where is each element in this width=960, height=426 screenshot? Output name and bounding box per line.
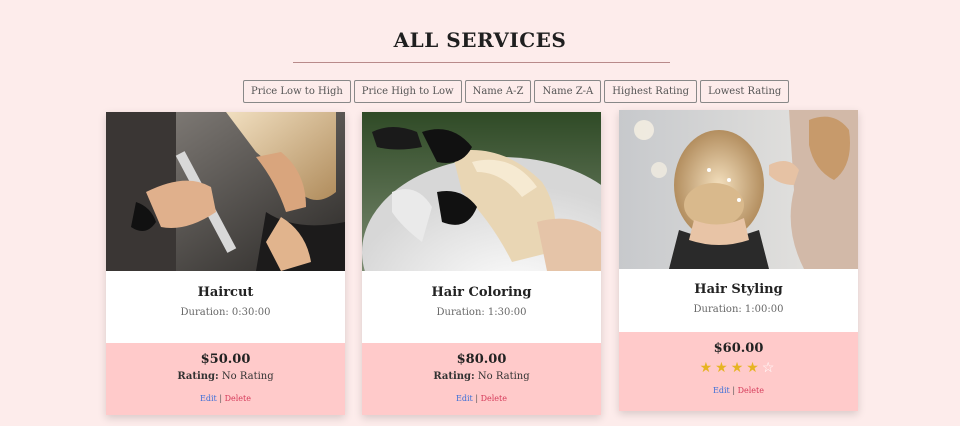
rating-label: Rating: [433, 371, 475, 382]
sort-name-z-a-button[interactable]: Name Z-A [534, 80, 602, 103]
star-empty-icon: ☆ [761, 360, 778, 376]
action-separator: | [732, 386, 736, 395]
rating-value: No Rating [477, 371, 530, 382]
star-filled-icon: ★ [699, 360, 716, 376]
service-card-haircut: Haircut Duration: 0:30:00 $50.00 Rating:… [106, 112, 345, 415]
delete-link[interactable]: Delete [225, 394, 251, 403]
rating-label: Rating: [177, 371, 219, 382]
edit-link[interactable]: Edit [713, 386, 730, 395]
hair-coloring-photo [362, 112, 601, 271]
rating-value: No Rating [221, 371, 274, 382]
hair-styling-photo [619, 110, 858, 269]
service-info: Hair Coloring Duration: 1:30:00 [362, 271, 601, 343]
sort-price-high-low-button[interactable]: Price High to Low [353, 80, 462, 103]
card-actions: Edit | Delete [362, 394, 601, 403]
service-name: Hair Coloring [431, 285, 532, 300]
service-duration: Duration: 1:30:00 [436, 307, 527, 318]
service-card-hair-coloring: Hair Coloring Duration: 1:30:00 $80.00 R… [362, 112, 601, 415]
service-info: Hair Styling Duration: 1:00:00 [619, 269, 858, 332]
delete-link[interactable]: Delete [481, 394, 507, 403]
sort-lowest-rating-button[interactable]: Lowest Rating [700, 80, 790, 103]
service-footer: $80.00 Rating: No Rating Edit | Delete [362, 343, 601, 415]
service-duration: Duration: 1:00:00 [693, 304, 784, 315]
service-rating: Rating: No Rating [362, 371, 601, 382]
service-card-hair-styling: Hair Styling Duration: 1:00:00 $60.00 ★★… [619, 110, 858, 411]
title-divider [293, 62, 670, 63]
haircut-photo [106, 112, 345, 271]
card-actions: Edit | Delete [619, 386, 858, 395]
page-title: ALL SERVICES [393, 28, 567, 52]
action-separator: | [219, 394, 223, 403]
service-name: Haircut [197, 285, 254, 300]
service-footer: $50.00 Rating: No Rating Edit | Delete [106, 343, 345, 415]
star-filled-icon: ★ [746, 360, 762, 376]
edit-link[interactable]: Edit [200, 394, 217, 403]
action-separator: | [475, 394, 479, 403]
service-price: $50.00 [200, 352, 251, 367]
service-info: Haircut Duration: 0:30:00 [106, 271, 345, 343]
card-actions: Edit | Delete [106, 394, 345, 403]
service-name: Hair Styling [694, 282, 783, 297]
sort-price-low-high-button[interactable]: Price Low to High [243, 80, 351, 103]
service-price: $60.00 [713, 341, 764, 356]
service-rating: Rating: No Rating [106, 371, 345, 382]
star-rating: ★★★★☆ [619, 360, 858, 376]
delete-link[interactable]: Delete [738, 386, 764, 395]
service-price: $80.00 [456, 352, 507, 367]
star-filled-icon: ★ [715, 360, 731, 376]
service-duration: Duration: 0:30:00 [180, 307, 271, 318]
edit-link[interactable]: Edit [456, 394, 473, 403]
sort-bar: Price Low to High Price High to Low Name… [243, 80, 790, 103]
star-filled-icon: ★ [730, 360, 747, 376]
sort-name-a-z-button[interactable]: Name A-Z [464, 80, 532, 103]
service-footer: $60.00 ★★★★☆ Edit | Delete [619, 332, 858, 411]
sort-highest-rating-button[interactable]: Highest Rating [604, 80, 698, 103]
